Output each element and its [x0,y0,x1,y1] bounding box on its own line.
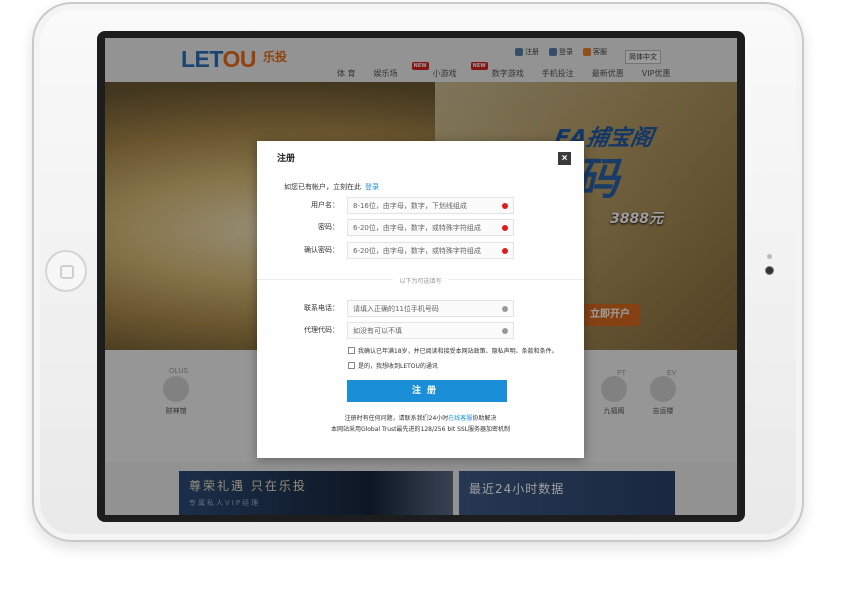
newsletter-checkbox[interactable] [348,362,355,369]
register-submit-button[interactable]: 注册 [347,380,507,402]
register-modal: 注册 × 如您已有帐户，立刻在此 登录 用户名： 8-16位，由字母，数字，下划线… [257,141,584,458]
phone-label: 联系电话： [304,304,339,312]
login-prompt: 如您已有帐户，立刻在此 登录 [284,182,379,192]
help-text: 注册时有任何问题，请联系我们24小时在线客服协助解决 [257,413,584,422]
newsletter-label: 是的，我想收到LETOU的通讯 [358,363,438,370]
phone-input[interactable]: 请填入正确的11位手机号码 [347,300,514,317]
live-support-link[interactable]: 在线客服 [448,415,472,422]
terms-label: 我确认已年满18岁，并已阅读和接受本网站政策、隐私声明、条款和条件。 [358,348,558,355]
username-row: 用户名： 8-16位，由字母，数字，下划线组成 [257,197,584,214]
password-row: 密码： 6-20位，由字母，数字，或特殊字符组成 [257,219,584,236]
phone-row: 联系电话： 请填入正确的11位手机号码 [257,300,584,317]
terms-checkbox[interactable] [348,347,355,354]
required-dot [502,225,508,231]
help-suffix: 协助解决 [472,415,497,422]
optional-label-text: 以下为可选填写 [393,278,448,285]
required-dot [502,203,508,209]
required-dot [502,248,508,254]
terms-row: 我确认已年满18岁，并已阅读和接受本网站政策、隐私声明、条款和条件。 [348,346,558,355]
username-input[interactable]: 8-16位，由字母，数字，下划线组成 [347,197,514,214]
tablet-screen: LETOU 乐投 注册 登录 客服 简体中文 体 育 娱乐场NEW 小游戏NEW… [97,31,745,522]
home-button[interactable] [45,250,87,292]
confirm-password-row: 确认密码： 6-20位，由字母，数字，或特殊字符组成 [257,242,584,259]
camera-icon [765,266,774,275]
optional-dot [502,306,508,312]
login-link[interactable]: 登录 [365,183,379,191]
password-label: 密码： [318,223,339,231]
help-prefix: 注册时有任何问题，请联系我们24小时 [344,415,449,422]
username-label: 用户名： [311,201,339,209]
agent-code-label: 代理代码： [304,326,339,334]
confirm-password-input[interactable]: 6-20位，由字母，数字，或特殊字符组成 [347,242,514,259]
ssl-note: 本网站采用Global Trust最先进的128/256 bit SSL服务器加… [330,426,511,433]
proximity-sensor [767,254,772,259]
agent-code-input[interactable]: 如没有可以不填 [347,322,514,339]
password-input[interactable]: 6-20位，由字母，数字，或特殊字符组成 [347,219,514,236]
close-button[interactable]: × [558,152,571,165]
confirm-password-label: 确认密码： [304,246,339,254]
newsletter-row: 是的，我想收到LETOU的通讯 [348,361,438,370]
optional-dot [502,328,508,334]
modal-title: 注册 [277,154,296,164]
modal-header: 注册 × [257,141,584,172]
login-prompt-text: 如您已有帐户，立刻在此 [284,183,361,191]
agent-code-row: 代理代码： 如没有可以不填 [257,322,584,339]
home-square-icon [60,265,74,279]
optional-section-label: 以下为可选填写 [257,276,584,285]
